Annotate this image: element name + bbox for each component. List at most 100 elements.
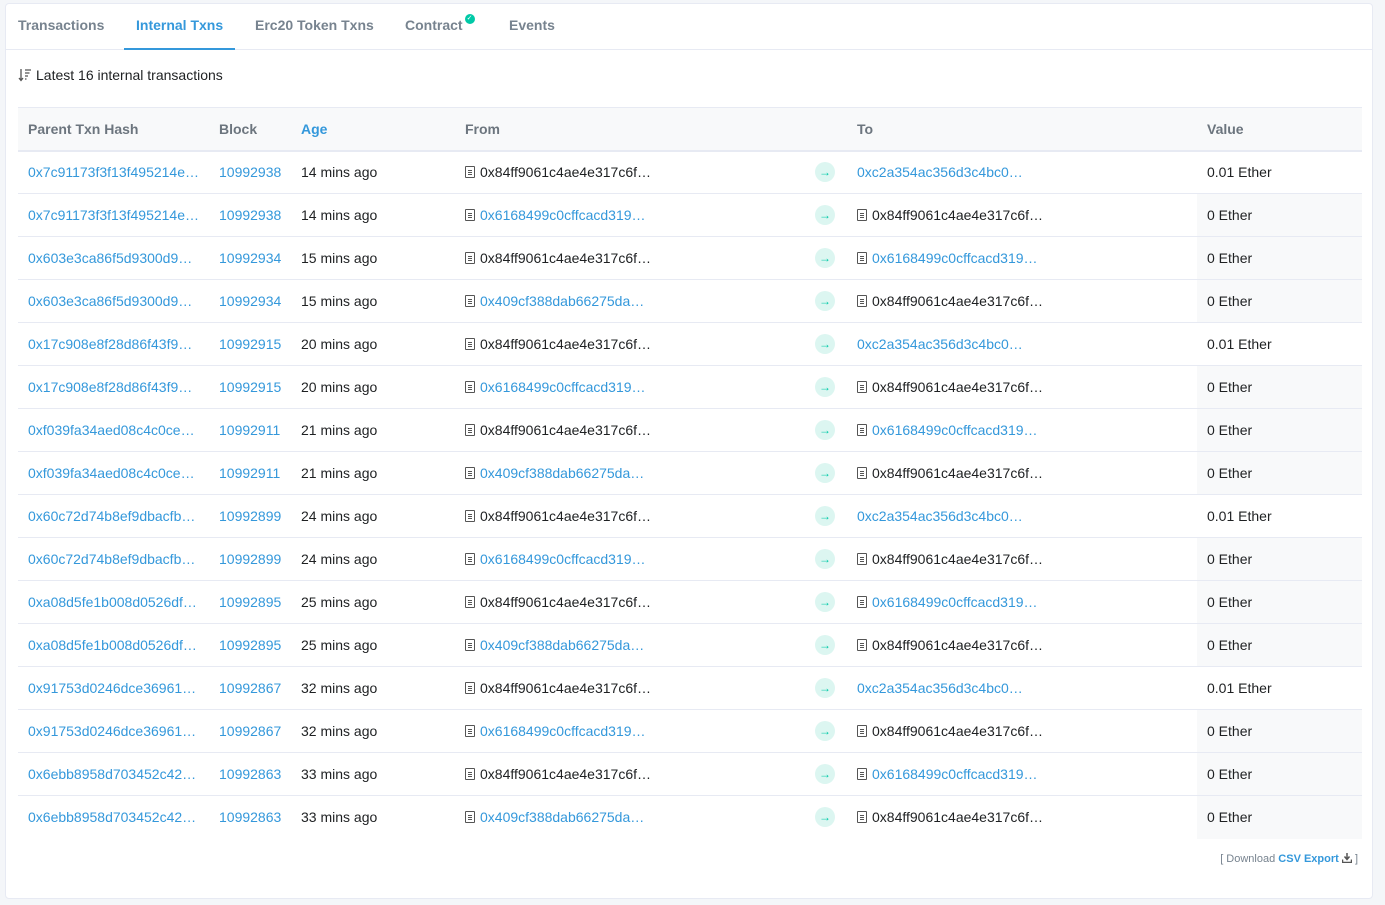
parent-txn-hash-link[interactable]: 0x91753d0246dce36961… [28, 680, 196, 696]
block-link[interactable]: 10992915 [219, 379, 281, 395]
from-address[interactable]: 0x409cf388dab66275da… [480, 637, 644, 653]
block-cell: 10992911 [209, 452, 291, 495]
to-address[interactable]: 0x6168499c0cffcacd319… [872, 594, 1038, 610]
to-cell: 0x6168499c0cffcacd319… [847, 753, 1197, 796]
to-cell: 0x84ff9061c4ae4e317c6f… [847, 194, 1197, 237]
block-link[interactable]: 10992938 [219, 207, 281, 223]
arrow-right-icon: → [815, 377, 835, 397]
age-cell: 32 mins ago [301, 680, 378, 696]
arrow-right-icon: → [815, 420, 835, 440]
to-address[interactable]: 0xc2a354ac356d3c4bc0… [857, 680, 1023, 696]
parent-txn-hash-link[interactable]: 0x7c91173f3f13f495214e… [28, 207, 199, 223]
table-row: 0xf039fa34aed08c4c0ce… 10992911 21 mins ag… [18, 451, 1362, 495]
from-cell: 0x84ff9061c4ae4e317c6f… [455, 495, 805, 538]
tab-events[interactable]: Events [497, 4, 567, 50]
parent-txn-hash-link[interactable]: 0x603e3ca86f5d9300d9… [28, 293, 192, 309]
tab-transactions[interactable]: Transactions [6, 4, 116, 50]
parent-txn-hash-link[interactable]: 0x6ebb8958d703452c42… [28, 809, 196, 825]
block-link[interactable]: 10992915 [219, 336, 281, 352]
parent-txn-hash-link[interactable]: 0xf039fa34aed08c4c0ce… [28, 465, 195, 481]
block-link[interactable]: 10992895 [219, 594, 281, 610]
contract-file-icon [465, 639, 475, 651]
block-link[interactable]: 10992867 [219, 723, 281, 739]
value-cell: 0.01 Ether [1197, 494, 1362, 538]
block-link[interactable]: 10992863 [219, 809, 281, 825]
from-address[interactable]: 0x6168499c0cffcacd319… [480, 551, 646, 567]
parent-txn-hash-link[interactable]: 0x91753d0246dce36961… [28, 723, 196, 739]
parent-txn-hash-link[interactable]: 0xf039fa34aed08c4c0ce… [28, 422, 195, 438]
to-address[interactable]: 0xc2a354ac356d3c4bc0… [857, 164, 1023, 180]
to-address[interactable]: 0x6168499c0cffcacd319… [872, 422, 1038, 438]
from-address[interactable]: 0x409cf388dab66275da… [480, 293, 644, 309]
block-link[interactable]: 10992899 [219, 551, 281, 567]
to-address[interactable]: 0x6168499c0cffcacd319… [872, 250, 1038, 266]
block-cell: 10992938 [209, 151, 291, 194]
arrow-cell: → [805, 581, 847, 624]
value-cell: 0.01 Ether [1197, 666, 1362, 710]
parent-hash-cell: 0xf039fa34aed08c4c0ce… [18, 409, 209, 452]
from-address[interactable]: 0x6168499c0cffcacd319… [480, 207, 646, 223]
from-address[interactable]: 0x409cf388dab66275da… [480, 809, 644, 825]
col-age[interactable]: Age [291, 108, 455, 151]
block-link[interactable]: 10992911 [219, 465, 280, 481]
parent-txn-hash-link[interactable]: 0x17c908e8f28d86f43f9… [28, 379, 192, 395]
block-link[interactable]: 10992899 [219, 508, 281, 524]
to-address[interactable]: 0xc2a354ac356d3c4bc0… [857, 336, 1023, 352]
block-cell: 10992895 [209, 581, 291, 624]
parent-txn-hash-link[interactable]: 0x17c908e8f28d86f43f9… [28, 336, 192, 352]
arrow-right-icon: → [815, 807, 835, 828]
value-cell: 0 Ether [1197, 752, 1362, 796]
contract-file-icon [857, 811, 867, 824]
arrow-right-icon: → [815, 463, 835, 483]
to-address[interactable]: 0x6168499c0cffcacd319… [872, 766, 1038, 782]
parent-txn-hash-link[interactable]: 0x60c72d74b8ef9dbacfb… [28, 508, 195, 524]
to-address: 0x84ff9061c4ae4e317c6f… [872, 465, 1043, 481]
contract-file-icon [857, 553, 867, 565]
from-cell: 0x84ff9061c4ae4e317c6f… [455, 409, 805, 452]
parent-txn-hash-link[interactable]: 0x7c91173f3f13f495214e… [28, 164, 199, 180]
arrow-right-icon: → [815, 721, 835, 741]
parent-hash-cell: 0xf039fa34aed08c4c0ce… [18, 452, 209, 495]
from-cell: 0x409cf388dab66275da… [455, 452, 805, 495]
from-address[interactable]: 0x6168499c0cffcacd319… [480, 379, 646, 395]
block-link[interactable]: 10992911 [219, 422, 280, 438]
parent-txn-hash-link[interactable]: 0x60c72d74b8ef9dbacfb… [28, 551, 195, 567]
value-cell: 0 Ether [1197, 279, 1362, 323]
block-link[interactable]: 10992867 [219, 680, 281, 696]
table-row: 0x7c91173f3f13f495214e… 10992938 14 mins a… [18, 193, 1362, 237]
contract-file-icon [465, 209, 475, 221]
to-address[interactable]: 0xc2a354ac356d3c4bc0… [857, 508, 1023, 524]
csv-export-link[interactable]: CSV Export [1278, 853, 1352, 865]
from-address[interactable]: 0x409cf388dab66275da… [480, 465, 644, 481]
arrow-cell: → [805, 452, 847, 495]
block-link[interactable]: 10992863 [219, 766, 281, 782]
contract-file-icon [465, 725, 475, 737]
from-cell: 0x84ff9061c4ae4e317c6f… [455, 151, 805, 194]
parent-txn-hash-link[interactable]: 0x6ebb8958d703452c42… [28, 766, 196, 782]
table-row: 0x6ebb8958d703452c42… 10992863 33 mins ago… [18, 752, 1362, 796]
parent-txn-hash-link[interactable]: 0xa08d5fe1b008d0526df… [28, 594, 197, 610]
arrow-cell: → [805, 710, 847, 753]
age-cell: 15 mins ago [301, 293, 378, 309]
from-cell: 0x84ff9061c4ae4e317c6f… [455, 581, 805, 624]
parent-txn-hash-link[interactable]: 0xa08d5fe1b008d0526df… [28, 637, 197, 653]
block-link[interactable]: 10992895 [219, 637, 281, 653]
value-cell: 0 Ether [1197, 537, 1362, 581]
block-link[interactable]: 10992934 [219, 293, 281, 309]
tab-internal-txns[interactable]: Internal Txns [124, 4, 236, 50]
arrow-right-icon: → [815, 549, 835, 569]
block-link[interactable]: 10992938 [219, 164, 281, 180]
value-cell: 0 Ether [1197, 795, 1362, 839]
to-address: 0x84ff9061c4ae4e317c6f… [872, 379, 1043, 395]
arrow-cell: → [805, 237, 847, 280]
tab-erc20-token-txns[interactable]: Erc20 Token Txns [243, 4, 386, 50]
value-cell: 0.01 Ether [1197, 150, 1362, 194]
age-cell: 24 mins ago [301, 551, 378, 567]
tab-contract[interactable]: Contract ✓ [393, 4, 487, 50]
to-cell: 0x84ff9061c4ae4e317c6f… [847, 280, 1197, 323]
age-cell: 25 mins ago [301, 637, 378, 653]
block-link[interactable]: 10992934 [219, 250, 281, 266]
from-address: 0x84ff9061c4ae4e317c6f… [480, 336, 651, 352]
parent-txn-hash-link[interactable]: 0x603e3ca86f5d9300d9… [28, 250, 192, 266]
from-address[interactable]: 0x6168499c0cffcacd319… [480, 723, 646, 739]
